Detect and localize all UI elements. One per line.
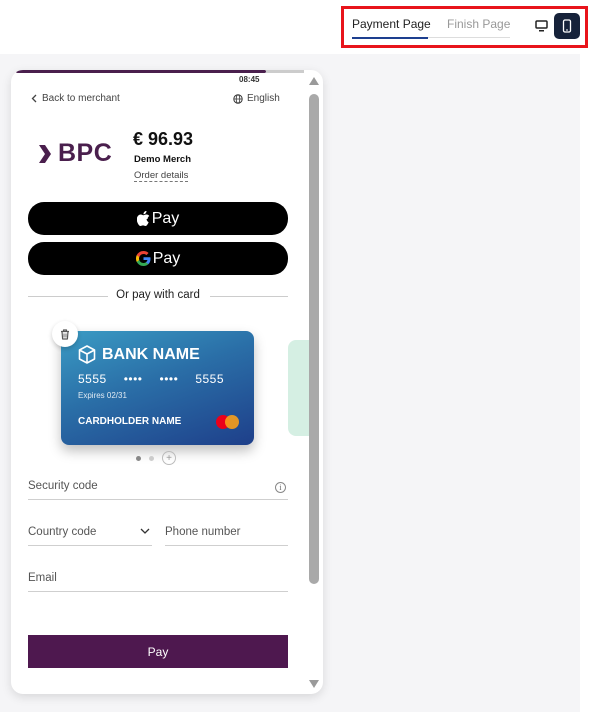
- bank-name: BANK NAME: [102, 345, 200, 363]
- card-number-start: 5555: [78, 372, 107, 386]
- language-selector[interactable]: English: [233, 93, 280, 104]
- tab-divider: [428, 37, 510, 38]
- google-g-icon: [135, 251, 151, 266]
- pagination-dot-active[interactable]: [136, 455, 141, 461]
- apple-icon: [136, 211, 150, 226]
- payment-amount: € 96.93: [133, 129, 194, 149]
- card-number-mask: ••••: [123, 372, 143, 386]
- apple-pay-button[interactable]: Pay: [28, 202, 288, 235]
- security-code-placeholder: Security code: [28, 480, 98, 492]
- back-to-merchant-link[interactable]: Back to merchant: [31, 93, 120, 104]
- cardholder-name: CARDHOLDER NAME: [78, 416, 182, 427]
- pay-button[interactable]: Pay: [28, 635, 288, 668]
- card-number: 5555 •••• •••• 5555: [78, 372, 224, 386]
- card-pagination: +: [136, 451, 176, 465]
- tab-payment-page[interactable]: Payment Page: [352, 17, 431, 31]
- language-label: English: [247, 93, 280, 104]
- phone-number-placeholder: Phone number: [165, 526, 241, 538]
- back-label: Back to merchant: [42, 93, 120, 104]
- pagination-dot[interactable]: [149, 455, 154, 461]
- or-pay-with-card-divider: Or pay with card: [28, 289, 288, 303]
- google-pay-label: Pay: [152, 249, 181, 267]
- mobile-view-button[interactable]: [554, 13, 580, 39]
- add-card-button[interactable]: +: [162, 451, 176, 465]
- session-progress-bar: [16, 70, 266, 73]
- country-code-select[interactable]: Country code: [28, 526, 152, 546]
- card-bank: BANK NAME: [78, 345, 200, 364]
- security-code-field[interactable]: Security code i: [28, 480, 288, 500]
- divider-text: Or pay with card: [110, 289, 206, 301]
- scroll-thumb[interactable]: [309, 94, 319, 584]
- delete-card-button[interactable]: [52, 321, 78, 347]
- saved-card[interactable]: BANK NAME 5555 •••• •••• 5555 Expires 02…: [61, 331, 254, 445]
- trash-icon: [61, 328, 69, 340]
- logo-text: BPC: [58, 139, 113, 167]
- mastercard-icon: [216, 415, 240, 429]
- preview-scrollbar[interactable]: [306, 74, 322, 694]
- info-icon[interactable]: i: [275, 482, 286, 493]
- desktop-icon: [534, 20, 548, 32]
- email-placeholder: Email: [28, 572, 57, 584]
- card-expiry: Expires 02/31: [78, 391, 127, 400]
- chevron-down-icon: [140, 528, 150, 534]
- preview-toolbar: Payment Page Finish Page: [341, 6, 588, 48]
- scroll-up-arrow[interactable]: [309, 77, 319, 85]
- google-pay-button[interactable]: Pay: [28, 242, 288, 275]
- apple-pay-label: Pay: [151, 209, 180, 227]
- globe-icon: [233, 93, 243, 104]
- country-code-placeholder: Country code: [28, 526, 97, 538]
- active-tab-indicator: [352, 37, 428, 39]
- merchant-name: Demo Merch: [134, 154, 192, 165]
- mobile-preview: 08:45 Back to merchant English BPC € 96.…: [11, 70, 323, 694]
- cube-icon: [78, 345, 96, 364]
- session-timer: 08:45: [239, 75, 260, 84]
- merchant-logo: BPC: [38, 139, 112, 168]
- scroll-down-arrow[interactable]: [309, 680, 319, 688]
- plus-icon: +: [166, 452, 172, 464]
- tab-finish-page[interactable]: Finish Page: [447, 17, 510, 31]
- order-details-link[interactable]: Order details: [134, 170, 189, 182]
- desktop-view-button[interactable]: [528, 13, 554, 39]
- card-number-mask: ••••: [159, 372, 179, 386]
- mobile-icon: [562, 19, 572, 33]
- card-number-end: 5555: [195, 372, 225, 386]
- email-field[interactable]: Email: [28, 572, 288, 592]
- phone-number-field[interactable]: Phone number: [165, 526, 288, 546]
- chevron-logo-icon: [39, 144, 51, 163]
- chevron-left-icon: [31, 94, 37, 103]
- session-progress-track: [266, 70, 304, 73]
